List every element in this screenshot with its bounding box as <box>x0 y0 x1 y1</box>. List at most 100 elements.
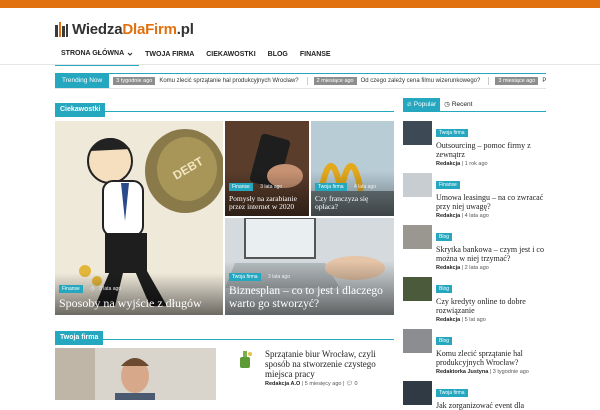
tile-overlay: Finanse 3 lata ago Pomysły na zarabianie… <box>225 170 309 216</box>
tab-popular[interactable]: 🔥︎ Popular <box>403 98 441 111</box>
nav-label: FINANSE <box>299 51 331 58</box>
nav-label: BLOG <box>267 51 288 58</box>
trending-link[interactable]: Od czego zależy cena filmu wizerunkowego… <box>361 78 481 84</box>
feature-tile-wide[interactable]: Twoja firma 3 lata ago Biznesplan – co t… <box>225 218 394 315</box>
thumbnail <box>403 225 432 249</box>
category-badge[interactable]: Twoja firma <box>229 272 261 281</box>
trending-items: 3 tygodnie ago Komu zlecić sprzątanie ha… <box>109 77 546 85</box>
article-image[interactable] <box>55 348 216 400</box>
author[interactable]: Redakcja A.O <box>265 381 300 387</box>
clock-icon: ◷ <box>444 101 450 108</box>
tile-time: 4 lata ago <box>354 183 376 190</box>
category-badge[interactable]: Blog <box>436 337 453 345</box>
category-badge[interactable]: Twoja firma <box>315 182 347 191</box>
author[interactable]: Redakcja <box>436 161 460 167</box>
popular-item-title[interactable]: Czy kredyty online to dobre rozwiązanie <box>436 297 546 315</box>
popular-item-title[interactable]: Skrytka bankowa – czym jest i co można w… <box>436 245 546 263</box>
popular-item-title[interactable]: Jak zorganizować event dla <box>436 401 546 410</box>
books-icon <box>55 21 68 37</box>
trending-divider <box>306 77 308 85</box>
tab-label: Recent <box>451 101 473 108</box>
nav-label: CIEKAWOSTKI <box>206 51 256 58</box>
feature-tile-large[interactable]: DEBT Finanse ◷ 3 lata ago Sposoby na wyj… <box>55 121 223 315</box>
thumbnail <box>403 277 432 301</box>
tile-title[interactable]: Biznesplan – co to jest i dlaczego warto… <box>229 285 390 311</box>
thumbnail <box>403 329 432 353</box>
popular-item-title[interactable]: Komu zlecić sprzątanie hal produkcyjnych… <box>436 349 546 367</box>
nav-item-ciekawostki[interactable]: CIEKAWOSTKI <box>200 44 261 66</box>
time: 3 tygodnie ago <box>492 369 529 376</box>
author[interactable]: Redakcja <box>436 317 460 323</box>
popular-item[interactable]: Blog Komu zlecić sprzątanie hal produkcy… <box>403 329 546 375</box>
tab-label: Popular <box>413 101 437 108</box>
trending-time-badge: 3 tygodnie ago <box>113 77 156 85</box>
author[interactable]: Redakcja <box>436 213 460 219</box>
thumbnail <box>403 121 432 145</box>
feature-tile-small[interactable]: Finanse 3 lata ago Pomysły na zarabianie… <box>225 121 309 216</box>
trending-link[interactable]: Komu zlecić sprzątanie hal produkcyjnych… <box>159 78 298 84</box>
article-meta: Redakcja A.O | 5 miesięcy ago | 💬︎ 0 <box>265 381 358 387</box>
comment-icon: 💬︎ <box>345 381 353 387</box>
trending-label: Trending Now <box>55 74 110 88</box>
tile-title[interactable]: Czy franczyza się opłaca? <box>315 194 390 212</box>
category-badge[interactable]: Finanse <box>59 285 83 294</box>
section-heading-label: Twoja firma <box>55 331 104 345</box>
popular-item[interactable]: Twoja firma Jak zorganizować event dla <box>403 381 546 410</box>
trending-bar: Trending Now 3 tygodnie ago Komu zlecić … <box>55 73 546 89</box>
tile-overlay: Twoja firma 4 lata ago Czy franczyza się… <box>311 170 394 216</box>
section-heading-ciekawostki: Ciekawostki <box>55 98 394 117</box>
clock-icon: ◷ <box>90 286 95 293</box>
popular-item[interactable]: Blog Skrytka bankowa – czym jest i co mo… <box>403 225 546 271</box>
comment-count[interactable]: 0 <box>354 381 357 387</box>
site-logo[interactable]: WiedzaDlaFirm.pl <box>55 18 194 40</box>
thumbnail <box>403 381 432 405</box>
nav-item-finanse[interactable]: FINANSE <box>294 44 337 66</box>
time: 5 lat ago <box>464 317 486 324</box>
popular-item-meta: Redaktorka Justyna | 3 tygodnie ago <box>436 369 529 376</box>
section-heading-twoja-firma: Twoja firma <box>55 326 394 345</box>
flame-icon: 🔥︎ <box>407 101 412 108</box>
nav-item-blog[interactable]: BLOG <box>262 44 294 66</box>
popular-item-meta: Redakcja | 2 lata ago <box>436 265 489 272</box>
trending-link[interactable]: P <box>542 78 546 84</box>
popular-item-title[interactable]: Outsourcing – pomoc firmy z zewnątrz <box>436 141 546 159</box>
category-badge[interactable]: Finanse <box>229 182 253 191</box>
category-badge[interactable]: Blog <box>436 285 453 293</box>
trending-divider <box>488 77 490 85</box>
tile-overlay: Twoja firma 3 lata ago Biznesplan – co t… <box>225 260 394 315</box>
thumbnail <box>403 173 432 197</box>
section-heading-label: Ciekawostki <box>55 103 106 117</box>
time: 4 lata ago <box>464 213 489 220</box>
nav-label: TWOJA FIRMA <box>145 51 195 58</box>
tile-time: 3 lata ago <box>260 183 283 190</box>
author[interactable]: Redaktorka Justyna <box>436 369 488 375</box>
popular-item[interactable]: Blog Czy kredyty online to dobre rozwiąz… <box>403 277 546 323</box>
tile-title[interactable]: Sposoby na wyjście z długów <box>59 296 219 311</box>
nav-label: STRONA GŁÓWNA <box>61 50 125 57</box>
author[interactable]: Redakcja <box>436 265 460 271</box>
time: 2 lata ago <box>464 265 489 272</box>
popular-item[interactable]: Twoja firma Outsourcing – pomoc firmy z … <box>403 121 546 167</box>
top-accent-bar <box>0 0 600 8</box>
category-badge[interactable]: Twoja firma <box>436 389 468 397</box>
article-title[interactable]: Sprzątanie biur Wrocław, czyli sposób na… <box>265 349 395 380</box>
nav-item-twoja-firma[interactable]: TWOJA FIRMA <box>139 44 200 66</box>
tile-overlay: Finanse ◷ 3 lata ago Sposoby na wyjście … <box>55 273 223 315</box>
popular-item-meta: Redakcja | 5 lat ago <box>436 317 486 324</box>
tile-time: 3 lata ago <box>99 286 122 293</box>
popular-item-meta: Redakcja | 1 rok ago <box>436 161 488 168</box>
category-badge[interactable]: Finanse <box>436 181 460 189</box>
cleaning-icon <box>240 351 252 368</box>
popular-item-meta: Redakcja | 4 lata ago <box>436 213 489 220</box>
tile-title[interactable]: Pomysły na zarabianie przez internet w 2… <box>229 194 305 212</box>
chevron-down-icon <box>127 52 133 56</box>
category-badge[interactable]: Blog <box>436 233 453 241</box>
tile-time: 3 lata ago <box>268 273 290 280</box>
main-nav: STRONA GŁÓWNA TWOJA FIRMA CIEKAWOSTKI BL… <box>55 44 337 66</box>
popular-item-title[interactable]: Umowa leasingu – na co zwracać przy niej… <box>436 193 546 211</box>
tab-recent[interactable]: ◷ Recent <box>440 98 476 111</box>
nav-item-strona-glowna[interactable]: STRONA GŁÓWNA <box>55 44 140 66</box>
category-badge[interactable]: Twoja firma <box>436 129 468 137</box>
feature-tile-small[interactable]: Twoja firma 4 lata ago Czy franczyza się… <box>311 121 394 216</box>
popular-item[interactable]: Finanse Umowa leasingu – na co zwracać p… <box>403 173 546 219</box>
